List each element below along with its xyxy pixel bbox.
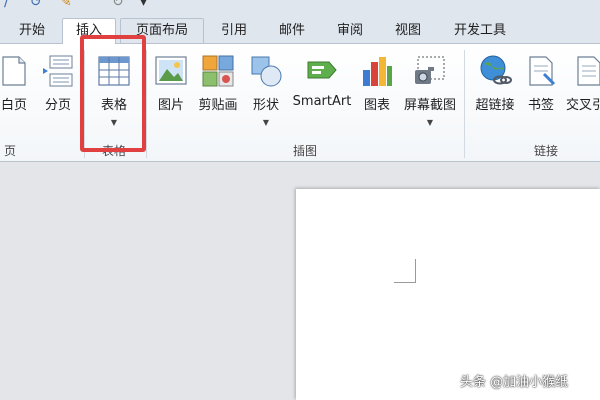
shapes-icon: [251, 56, 282, 87]
smartart-icon: [307, 61, 337, 79]
cross-reference-icon: [577, 56, 600, 86]
tab-references[interactable]: 引用: [208, 21, 260, 44]
tab-mailings[interactable]: 邮件: [266, 21, 318, 44]
shapes-button[interactable]: 形状 ▼: [246, 50, 286, 134]
clip-art-label: 剪贴画: [198, 98, 238, 113]
qat-customize-icon[interactable]: ▾: [140, 0, 147, 10]
screenshot-button[interactable]: 屏幕截图 ▼: [398, 50, 462, 134]
bookmark-button[interactable]: 书签: [520, 50, 562, 134]
screenshot-icon: [415, 56, 445, 84]
qat-undo-icon[interactable]: ↺: [30, 0, 42, 10]
tab-view[interactable]: 视图: [382, 21, 434, 44]
document-page[interactable]: [296, 189, 600, 400]
hyperlink-button[interactable]: 超链接: [470, 50, 520, 134]
shapes-label: 形状: [252, 98, 279, 113]
picture-label: 图片: [157, 98, 184, 113]
qat-redo-icon[interactable]: ↻: [112, 0, 124, 10]
chart-button[interactable]: 图表: [356, 50, 398, 134]
page-margin-marker: [394, 259, 416, 283]
shapes-dropdown-arrow-icon: ▼: [262, 118, 270, 127]
blank-page-label: 白页: [0, 98, 27, 113]
tab-home[interactable]: 开始: [6, 21, 58, 44]
page-break-icon: [43, 55, 73, 87]
hyperlink-label: 超链接: [475, 98, 515, 113]
page-break-button[interactable]: 分页: [38, 50, 78, 134]
smartart-label: SmartArt: [292, 94, 352, 109]
chart-label: 图表: [363, 98, 390, 113]
group-separator: [146, 50, 147, 158]
screenshot-dropdown-arrow-icon: ▼: [426, 118, 434, 127]
links-group-label: 链接: [533, 144, 558, 158]
hyperlink-icon: [480, 55, 512, 85]
clip-art-button[interactable]: 剪贴画: [192, 50, 244, 134]
picture-icon: [155, 56, 187, 85]
cross-reference-label: 交叉引: [566, 98, 600, 113]
blank-page-icon: [2, 56, 26, 86]
illustrations-group-label: 插图: [292, 144, 317, 158]
pages-group-label: 页: [3, 144, 16, 158]
cross-reference-button[interactable]: 交叉引: [562, 50, 600, 134]
group-separator: [464, 50, 465, 158]
picture-button[interactable]: 图片: [150, 50, 192, 134]
table-button-highlight: [80, 35, 146, 152]
document-area[interactable]: [0, 163, 600, 400]
clip-art-icon: [202, 55, 234, 87]
tab-developer[interactable]: 开发工具: [440, 21, 520, 44]
tab-review[interactable]: 审阅: [324, 21, 376, 44]
watermark: 头条 @加油小猴纸: [460, 375, 569, 390]
bookmark-icon: [529, 56, 556, 86]
qat-format-icon[interactable]: ✎: [60, 0, 72, 10]
qat-icon[interactable]: ∕: [4, 0, 9, 10]
quick-access-toolbar: ∕ ↺ ✎ ↻ ▾: [0, 0, 600, 12]
blank-page-button[interactable]: 白页: [0, 50, 34, 134]
page-break-label: 分页: [44, 98, 71, 113]
screenshot-label: 屏幕截图: [403, 98, 456, 113]
bookmark-label: 书签: [527, 98, 554, 113]
smartart-button[interactable]: SmartArt: [289, 50, 355, 134]
chart-icon: [363, 57, 392, 86]
